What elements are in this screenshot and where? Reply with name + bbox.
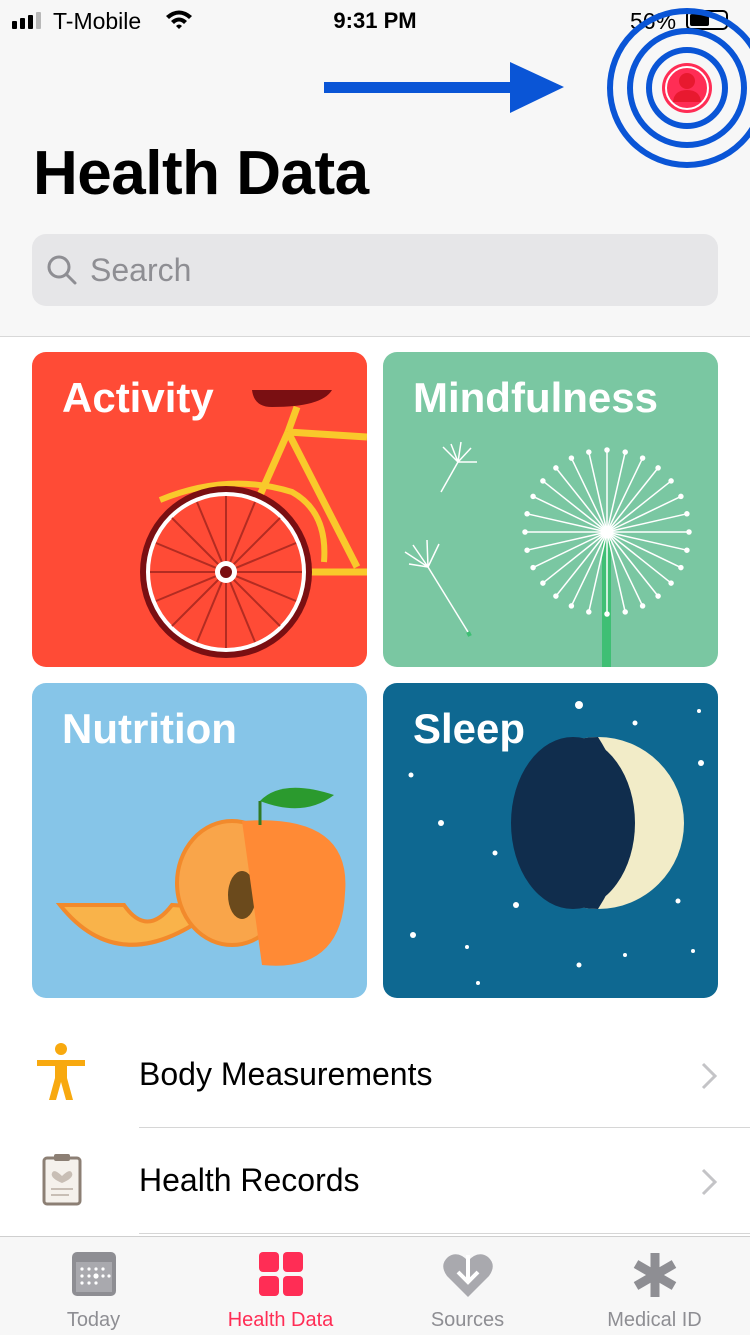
profile-button[interactable] [605, 6, 750, 171]
page-title: Health Data [33, 139, 369, 208]
tab-sources[interactable]: Sources [374, 1237, 561, 1335]
tile-label: Mindfulness [413, 374, 659, 421]
body-figure-icon [37, 1043, 85, 1100]
list-item-health-records[interactable]: Health Records [0, 1128, 750, 1233]
asterisk-icon [633, 1253, 676, 1297]
tab-bar: Today Health Data Sources Medical ID [0, 1236, 750, 1335]
category-tile-sleep[interactable]: Sleep [383, 683, 718, 998]
tab-label: Health Data [227, 1309, 334, 1331]
calendar-icon [71, 1252, 116, 1296]
tab-label: Sources [430, 1309, 505, 1331]
row-label: Body Measurements [139, 1056, 433, 1092]
tile-label: Nutrition [62, 705, 237, 752]
search-input[interactable] [90, 234, 690, 306]
tab-today[interactable]: Today [0, 1237, 187, 1335]
tab-health-data[interactable]: Health Data [187, 1237, 374, 1335]
category-tile-mindfulness[interactable]: Mindfulness [383, 352, 718, 667]
clipboard-icon [42, 1154, 82, 1206]
category-tile-nutrition[interactable]: Nutrition [32, 683, 367, 998]
search-bar[interactable] [32, 234, 718, 306]
list-item-body-measurements[interactable]: Body Measurements [0, 1022, 750, 1127]
category-tile-activity[interactable]: Activity [32, 352, 367, 667]
tile-label: Sleep [413, 705, 526, 752]
tab-label: Medical ID [607, 1309, 702, 1331]
chevron-right-icon [701, 1062, 718, 1090]
annotation-arrow [324, 62, 564, 113]
tile-label: Activity [62, 374, 214, 421]
tab-label: Today [66, 1309, 121, 1331]
list-divider [139, 1233, 750, 1234]
row-label: Health Records [139, 1162, 360, 1198]
grid-icon [258, 1252, 303, 1296]
search-icon [47, 255, 77, 285]
chevron-right-icon [701, 1168, 718, 1196]
heart-download-icon [442, 1254, 493, 1297]
tab-medical-id[interactable]: Medical ID [561, 1237, 748, 1335]
